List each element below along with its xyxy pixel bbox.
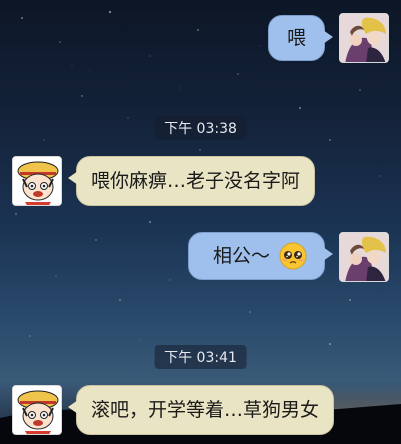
- message-bubble[interactable]: 滚吧，开学等着…草狗男女: [67, 385, 335, 435]
- avatar-image: [13, 386, 61, 434]
- avatar-image: [340, 14, 388, 62]
- avatar-self[interactable]: [339, 232, 389, 282]
- timestamp: 下午 03:38: [154, 116, 247, 140]
- message-text: 喂: [286, 27, 306, 49]
- avatar-image: [13, 157, 61, 205]
- message-text: 滚吧，开学等着…草狗男女: [91, 399, 320, 421]
- avatar-contact[interactable]: [12, 385, 62, 435]
- pleading-face-icon: [279, 242, 307, 270]
- avatar-self[interactable]: [339, 13, 389, 63]
- message-row-left: 滚吧，开学等着…草狗男女: [12, 385, 335, 435]
- message-bubble[interactable]: 相公～: [187, 232, 334, 280]
- message-row-right: 喂: [267, 13, 389, 63]
- avatar-image: [340, 233, 388, 281]
- message-row-right: 相公～: [187, 232, 389, 282]
- message-text: 喂你麻痹…老子没名字阿: [91, 170, 301, 192]
- message-text: 相公～: [212, 245, 270, 267]
- timestamp: 下午 03:41: [154, 345, 247, 369]
- message-bubble[interactable]: 喂: [267, 15, 334, 61]
- avatar-contact[interactable]: [12, 156, 62, 206]
- message-bubble[interactable]: 喂你麻痹…老子没名字阿: [67, 156, 316, 206]
- message-row-left: 喂你麻痹…老子没名字阿: [12, 156, 316, 206]
